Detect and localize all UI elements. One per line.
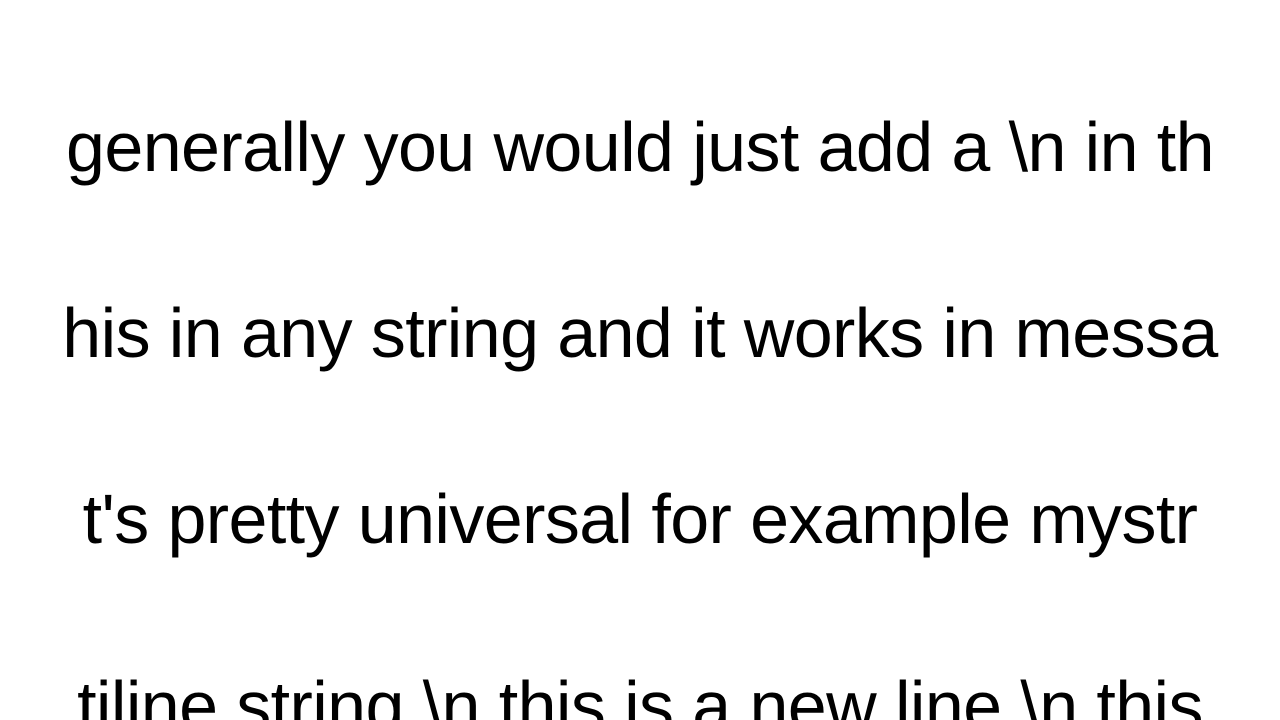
body-text: generally you would just add a \n in th … bbox=[0, 8, 1280, 720]
text-line-4: tiline string \n this is a new line \n t… bbox=[77, 667, 1203, 720]
page-viewport: generally you would just add a \n in th … bbox=[0, 0, 1280, 720]
text-line-1: generally you would just add a \n in th bbox=[66, 108, 1214, 186]
text-line-2: his in any string and it works in messa bbox=[62, 294, 1217, 372]
text-line-3: t's pretty universal for example mystr bbox=[83, 480, 1198, 558]
